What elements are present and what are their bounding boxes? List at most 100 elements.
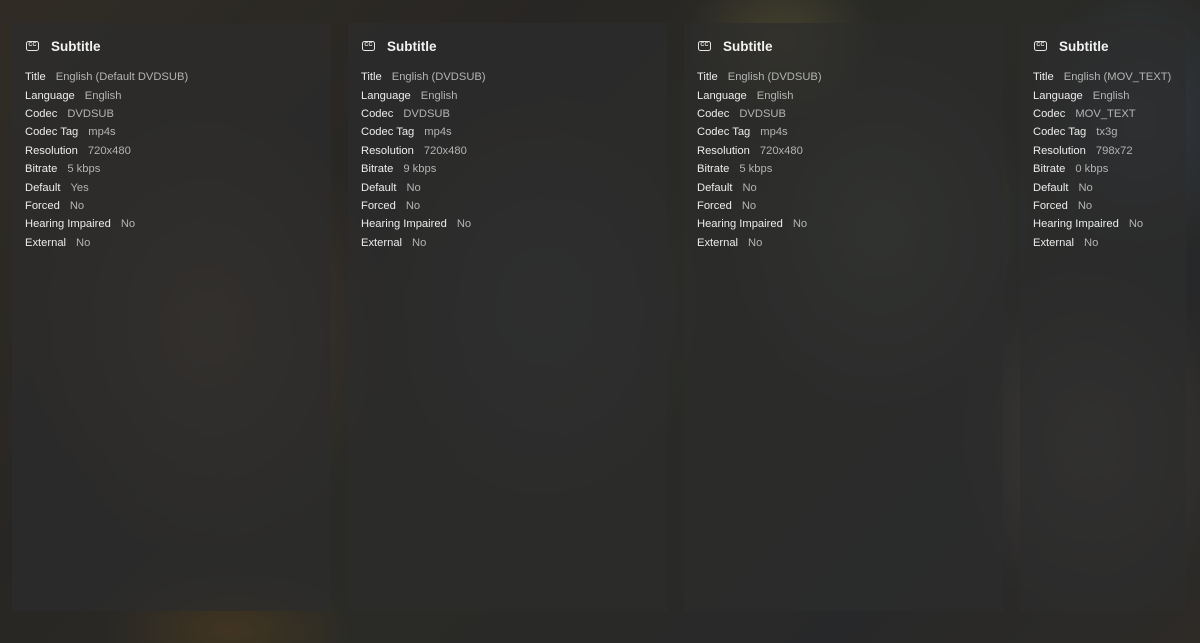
prop-label: Hearing Impaired xyxy=(697,218,783,231)
prop-value: No xyxy=(412,236,427,249)
prop-value: English (Default DVDSUB) xyxy=(55,71,189,84)
prop-language: Language English xyxy=(361,86,654,104)
prop-label: Language xyxy=(1033,89,1083,102)
prop-hearing-impaired: Hearing Impaired No xyxy=(1033,215,1173,233)
prop-label: Forced xyxy=(1033,199,1068,212)
prop-label: Language xyxy=(361,89,411,102)
prop-value: No xyxy=(1084,236,1099,249)
card-title: Subtitle xyxy=(723,38,773,54)
prop-value: No xyxy=(76,236,91,249)
prop-default: Default Yes xyxy=(25,178,318,196)
prop-resolution: Resolution 720x480 xyxy=(697,142,990,160)
prop-label: External xyxy=(361,236,403,249)
prop-label: Hearing Impaired xyxy=(361,218,447,231)
card-header: CC Subtitle xyxy=(1033,37,1173,55)
prop-value: 0 kbps xyxy=(1075,163,1109,176)
prop-language: Language English xyxy=(25,86,318,104)
prop-default: Default No xyxy=(1033,178,1173,196)
subtitle-stream-card: CC Subtitle Title English (MOV_TEXT) Lang… xyxy=(1020,23,1186,611)
prop-resolution: Resolution 720x480 xyxy=(361,142,654,160)
prop-label: Title xyxy=(361,71,382,84)
prop-label: Codec Tag xyxy=(25,126,79,139)
prop-default: Default No xyxy=(697,178,990,196)
prop-value: English xyxy=(420,89,458,102)
closed-captions-icon: CC xyxy=(362,41,375,51)
prop-value: 798x72 xyxy=(1095,144,1133,157)
subtitle-stream-card: CC Subtitle Title English (DVDSUB) Langua… xyxy=(684,23,1003,611)
prop-label: Default xyxy=(25,181,61,194)
prop-label: Default xyxy=(361,181,397,194)
prop-label: Language xyxy=(697,89,747,102)
prop-label: Codec Tag xyxy=(697,126,751,139)
prop-value: mp4s xyxy=(424,126,452,139)
prop-bitrate: Bitrate 5 kbps xyxy=(25,160,318,178)
prop-label: Codec xyxy=(25,107,58,120)
prop-label: External xyxy=(1033,236,1075,249)
subtitle-stream-card: CC Subtitle Title English (Default DVDSUB… xyxy=(12,23,331,611)
prop-forced: Forced No xyxy=(25,197,318,215)
prop-hearing-impaired: Hearing Impaired No xyxy=(697,215,990,233)
prop-label: Hearing Impaired xyxy=(1033,218,1119,231)
card-header: CC Subtitle xyxy=(25,37,318,55)
prop-value: No xyxy=(406,181,421,194)
prop-bitrate: Bitrate 0 kbps xyxy=(1033,160,1173,178)
prop-value: English (DVDSUB) xyxy=(727,71,822,84)
prop-value: DVDSUB xyxy=(67,107,114,120)
prop-codec-tag: Codec Tag mp4s xyxy=(25,123,318,141)
prop-external: External No xyxy=(25,234,318,252)
prop-value: No xyxy=(748,236,763,249)
prop-label: Forced xyxy=(361,199,396,212)
prop-value: No xyxy=(456,218,472,231)
prop-forced: Forced No xyxy=(1033,197,1173,215)
prop-label: Resolution xyxy=(697,144,750,157)
prop-hearing-impaired: Hearing Impaired No xyxy=(361,215,654,233)
prop-title: Title English (Default DVDSUB) xyxy=(25,68,318,86)
prop-label: Title xyxy=(1033,71,1054,84)
prop-forced: Forced No xyxy=(697,197,990,215)
prop-external: External No xyxy=(697,234,990,252)
prop-title: Title English (MOV_TEXT) xyxy=(1033,68,1173,86)
prop-value: 720x480 xyxy=(759,144,803,157)
prop-label: Bitrate xyxy=(361,163,394,176)
prop-language: Language English xyxy=(1033,86,1173,104)
card-header: CC Subtitle xyxy=(361,37,654,55)
prop-codec: Codec DVDSUB xyxy=(697,105,990,123)
prop-label: Title xyxy=(697,71,718,84)
prop-codec-tag: Codec Tag tx3g xyxy=(1033,123,1173,141)
prop-value: 9 kbps xyxy=(403,163,437,176)
prop-value: English (DVDSUB) xyxy=(391,71,486,84)
prop-label: Codec xyxy=(697,107,730,120)
prop-label: Default xyxy=(697,181,733,194)
prop-label: Forced xyxy=(697,199,732,212)
prop-value: English xyxy=(84,89,122,102)
prop-value: No xyxy=(1078,181,1093,194)
prop-language: Language English xyxy=(697,86,990,104)
card-title: Subtitle xyxy=(1059,38,1109,54)
prop-value: English xyxy=(1092,89,1130,102)
prop-label: Title xyxy=(25,71,46,84)
prop-codec-tag: Codec Tag mp4s xyxy=(361,123,654,141)
prop-bitrate: Bitrate 5 kbps xyxy=(697,160,990,178)
prop-label: Resolution xyxy=(25,144,78,157)
prop-label: Codec xyxy=(361,107,394,120)
prop-title: Title English (DVDSUB) xyxy=(697,68,990,86)
prop-value: No xyxy=(405,199,421,212)
prop-label: External xyxy=(25,236,67,249)
prop-label: External xyxy=(697,236,739,249)
prop-resolution: Resolution 798x72 xyxy=(1033,142,1173,160)
prop-value: No xyxy=(1128,218,1144,231)
prop-bitrate: Bitrate 9 kbps xyxy=(361,160,654,178)
card-title: Subtitle xyxy=(387,38,437,54)
prop-label: Bitrate xyxy=(25,163,58,176)
prop-label: Language xyxy=(25,89,75,102)
closed-captions-icon: CC xyxy=(26,41,39,51)
prop-value: English (MOV_TEXT) xyxy=(1063,71,1172,84)
prop-resolution: Resolution 720x480 xyxy=(25,142,318,160)
prop-codec-tag: Codec Tag mp4s xyxy=(697,123,990,141)
prop-value: No xyxy=(1077,199,1093,212)
prop-label: Codec xyxy=(1033,107,1066,120)
prop-value: No xyxy=(792,218,808,231)
prop-title: Title English (DVDSUB) xyxy=(361,68,654,86)
prop-value: No xyxy=(742,181,757,194)
prop-codec: Codec DVDSUB xyxy=(361,105,654,123)
